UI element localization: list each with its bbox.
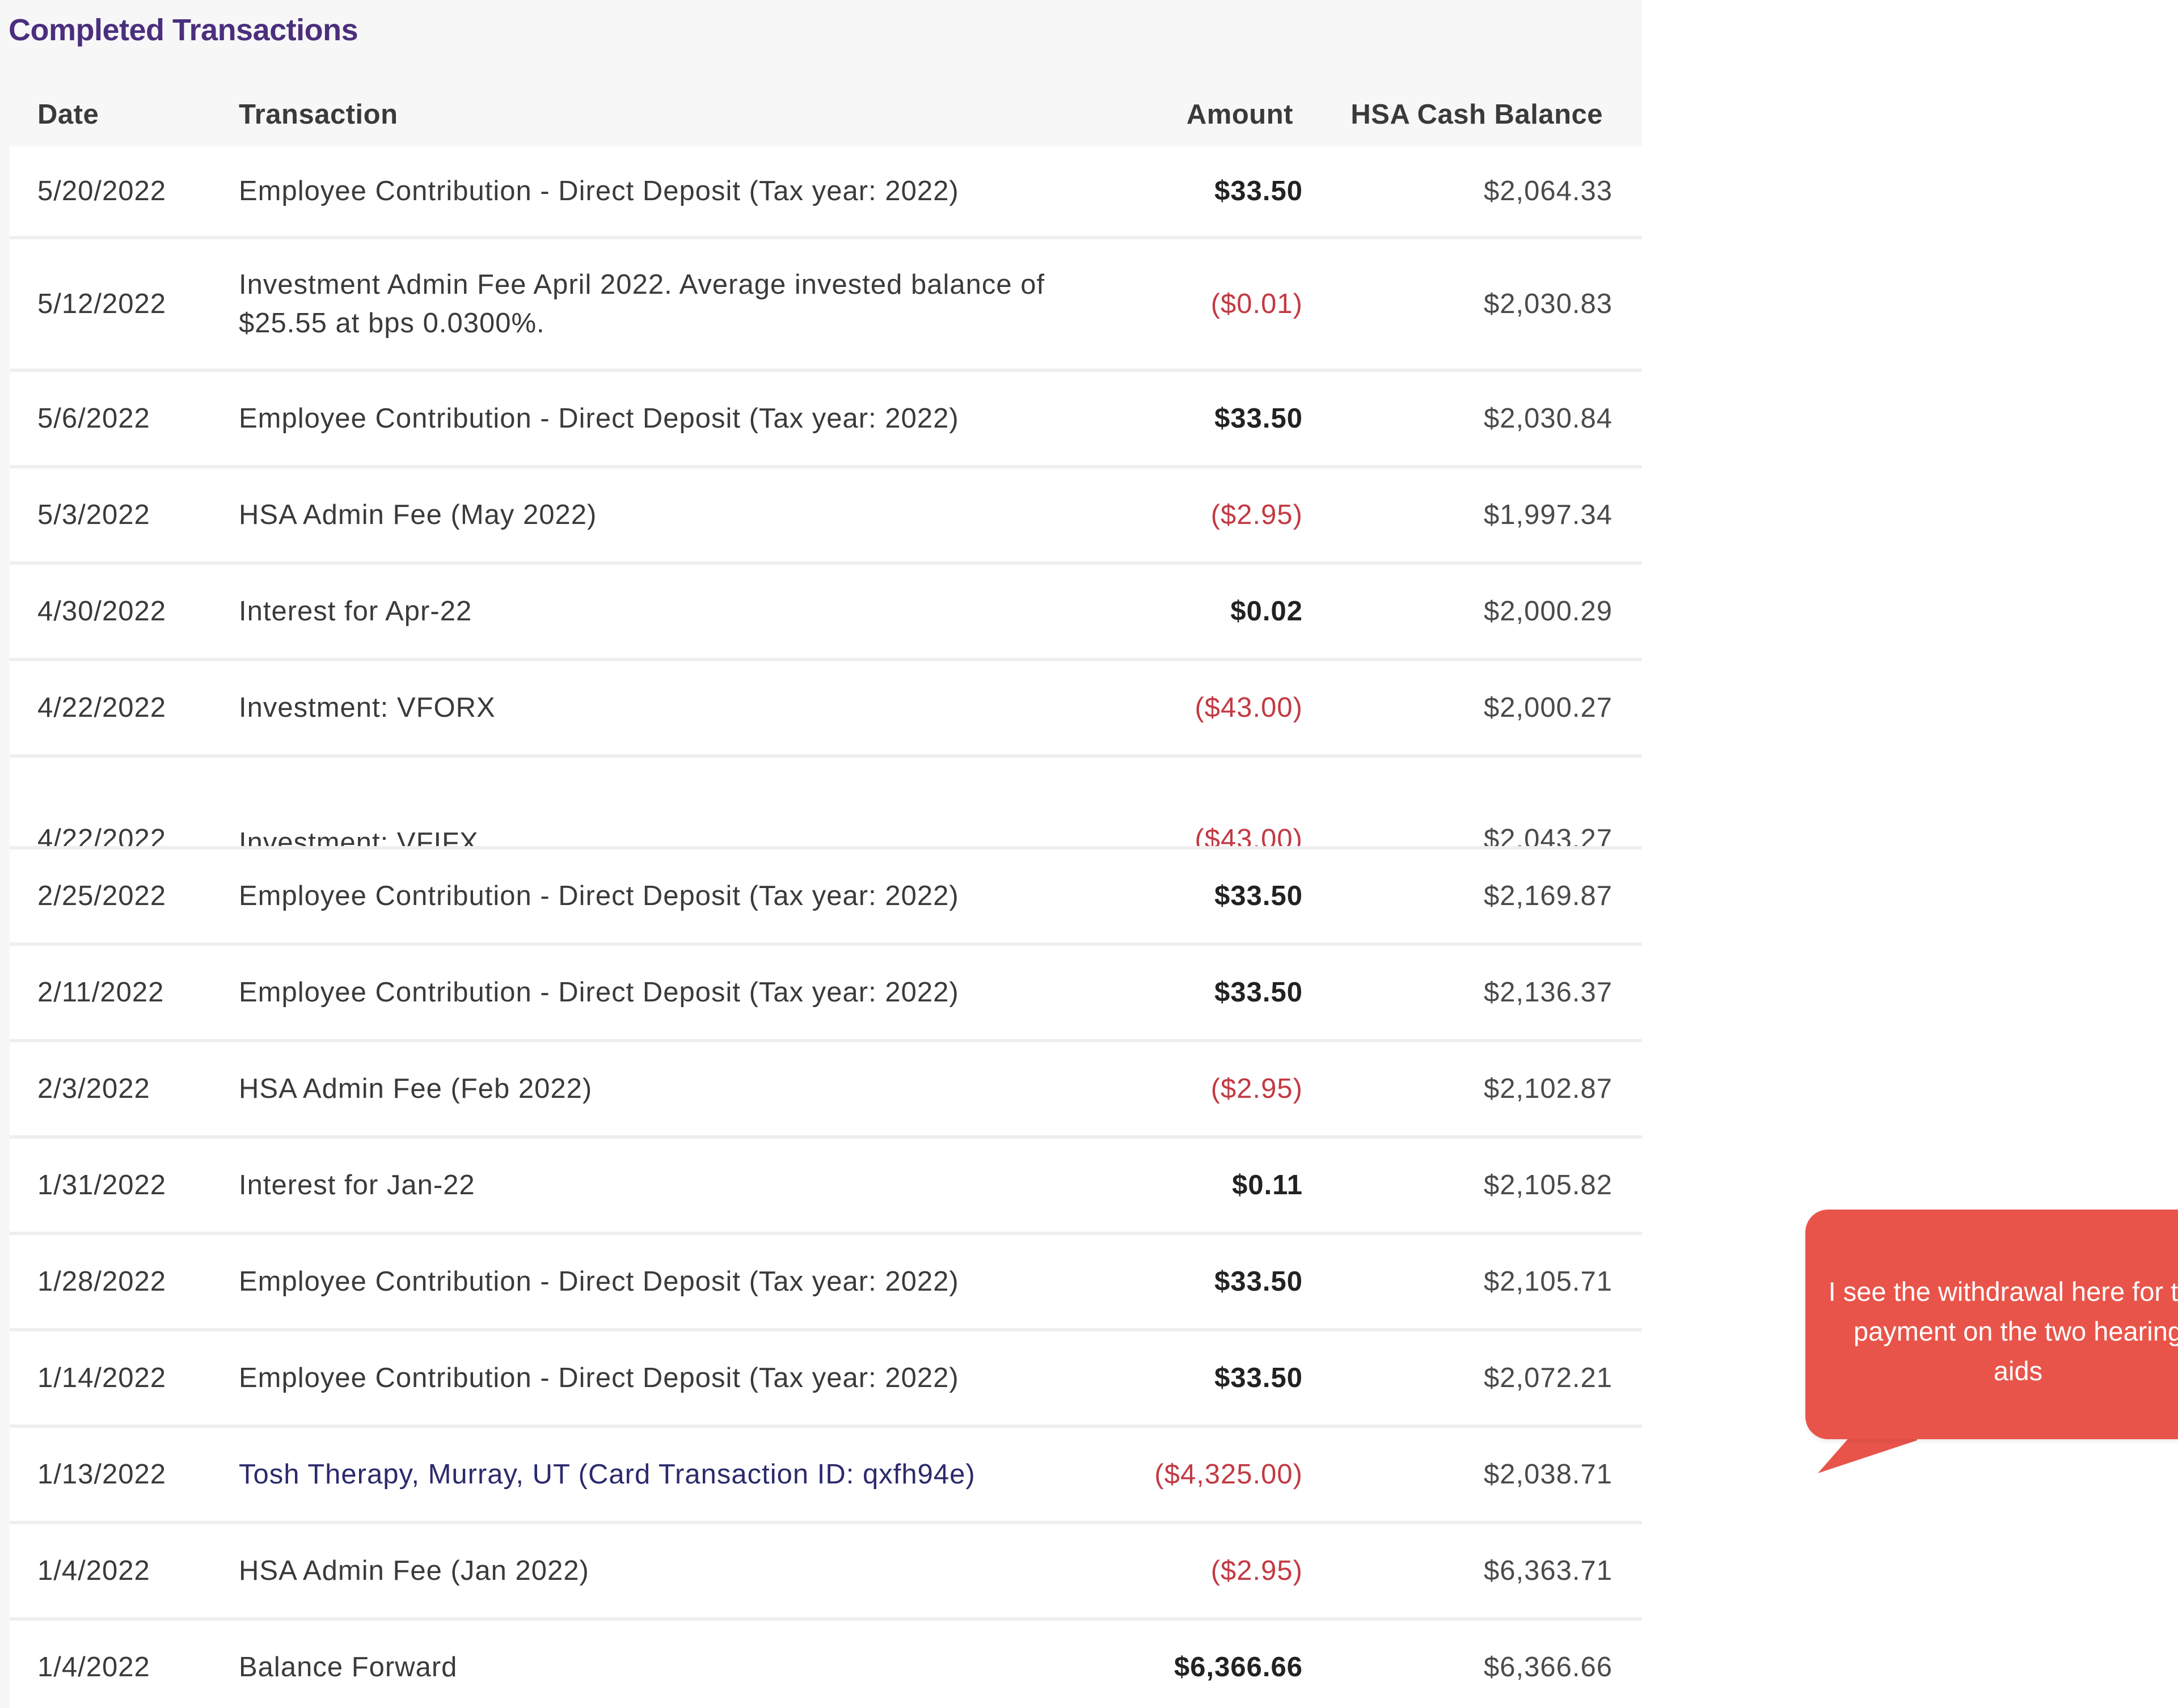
annotation-callout: I see the withdrawal here for the paymen…	[1805, 1210, 2178, 1439]
callout-pointer	[1818, 1367, 1917, 1473]
callout-text: I see the withdrawal here for the paymen…	[1828, 1276, 2178, 1386]
page: Completed Transactions Date Transaction …	[0, 0, 2178, 1708]
